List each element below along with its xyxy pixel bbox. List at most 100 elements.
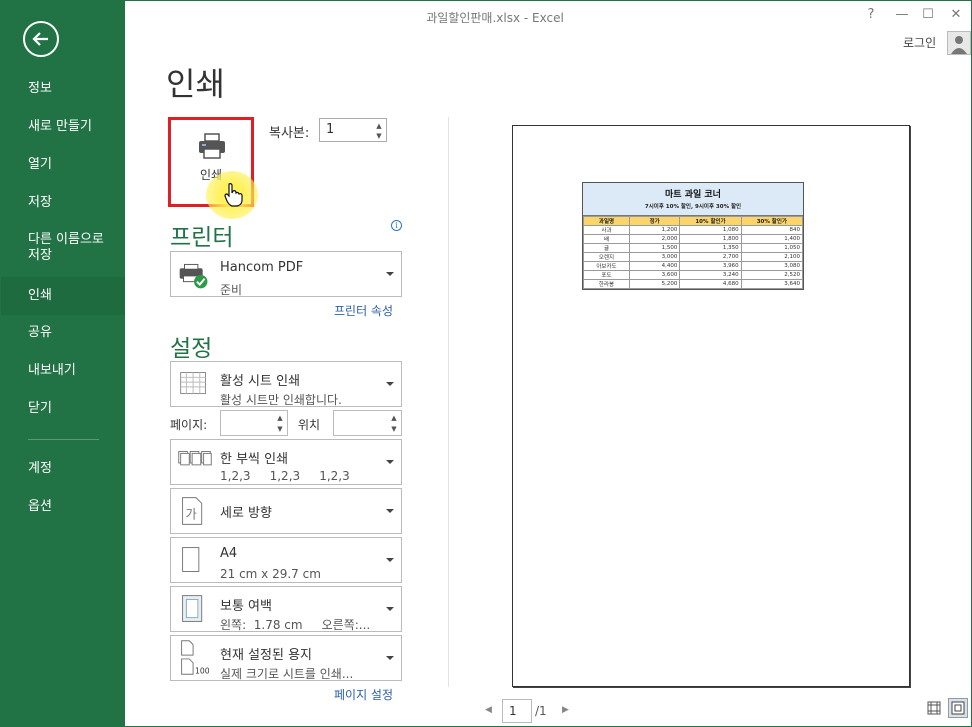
margins-title: 보통 여백 — [220, 599, 272, 614]
paper-size-desc: 21 cm x 29.7 cm — [220, 567, 321, 581]
cell: 3,080 — [740, 261, 804, 271]
back-button[interactable] — [23, 21, 59, 57]
excel-window: 정보 새로 만들기 열기 저장 다른 이름으로 저장 인쇄 공유 내보내기 닫기… — [0, 0, 972, 727]
close-button[interactable]: ✕ — [946, 7, 966, 22]
login-link[interactable]: 로그인 — [903, 34, 936, 51]
sidebar-item-save[interactable]: 저장 — [1, 184, 125, 222]
cell: 2,100 — [740, 252, 804, 262]
avatar[interactable] — [947, 31, 971, 55]
scaling-desc: 실제 크기로 시트를 인쇄... — [220, 667, 354, 681]
col-header: 정가 — [628, 216, 681, 226]
pages-to-input[interactable]: ▲ ▼ — [333, 410, 402, 436]
chevron-down-icon — [386, 656, 394, 660]
cell: 1,200 — [628, 225, 681, 235]
table-row: 포도 3,600 3,240 2,520 — [583, 270, 804, 280]
sheet-header: 마트 과일 코너 7시이후 10% 할인, 9시이후 30% 할인 — [583, 183, 803, 216]
table-row: 귤 1,500 1,350 1,050 — [583, 243, 804, 253]
cell: 한라봉 — [583, 279, 630, 289]
printer-dropdown[interactable]: Hancom PDF 준비 — [170, 251, 402, 297]
cell: 5,200 — [628, 279, 681, 289]
copies-up-icon[interactable]: ▲ — [374, 121, 384, 131]
chevron-down-icon — [386, 509, 394, 513]
panel-divider — [448, 117, 449, 687]
cell: 포도 — [583, 270, 630, 280]
settings-heading: 설정 — [170, 336, 213, 362]
scaling-dropdown[interactable]: 100 현재 설정된 용지 실제 크기로 시트를 인쇄... — [170, 635, 402, 681]
minimize-button[interactable]: — — [892, 7, 912, 22]
next-page-icon[interactable]: ▶ — [562, 705, 569, 715]
margins-icon — [182, 595, 203, 622]
print-what-dropdown[interactable]: 활성 시트 인쇄 활성 시트만 인쇄합니다. — [170, 361, 402, 407]
pages-up-icon[interactable]: ▲ — [275, 413, 285, 423]
copies-value: 1 — [326, 122, 335, 137]
collate-pages-icon — [178, 451, 212, 466]
table-row: 한라봉 5,200 4,680 3,640 — [583, 279, 804, 289]
pages-to-down-icon[interactable]: ▼ — [389, 424, 399, 434]
cell: 4,400 — [628, 261, 681, 271]
zoom-to-page-icon — [951, 701, 965, 715]
print-preview-page: 마트 과일 코너 7시이후 10% 할인, 9시이후 30% 할인 과일명 정가… — [512, 125, 910, 687]
cell: 오렌지 — [583, 252, 630, 262]
sidebar-item-open[interactable]: 열기 — [1, 146, 125, 184]
copies-input[interactable]: 1 ▲ ▼ — [319, 118, 387, 142]
sidebar-item-new[interactable]: 새로 만들기 — [1, 108, 125, 146]
paper-size-title: A4 — [220, 546, 238, 561]
cell: 1,400 — [740, 234, 804, 244]
pages-to-label: 위치 — [298, 418, 321, 432]
help-button[interactable]: ? — [861, 7, 881, 22]
preview-table: 과일명 정가 10% 할인가 30% 할인가 사과 1,200 1,080 840 배… — [583, 216, 804, 289]
sidebar-item-export[interactable]: 내보내기 — [1, 352, 125, 390]
paper-size-icon — [182, 547, 200, 572]
col-header: 10% 할인가 — [679, 216, 742, 226]
orientation-title: 세로 방향 — [220, 506, 272, 521]
margins-desc: 왼쪽: 1.78 cm 오른쪽:... — [220, 618, 371, 632]
hand-cursor-icon — [224, 183, 243, 207]
pages-from-input[interactable]: ▲ ▼ — [220, 410, 288, 436]
page-number-input[interactable]: 1 — [502, 699, 532, 723]
cell: 2,520 — [740, 270, 804, 280]
pages-to-up-icon[interactable]: ▲ — [389, 413, 399, 423]
cell: 3,640 — [740, 279, 804, 289]
collate-dropdown[interactable]: 한 부씩 인쇄 1,2,3 1,2,3 1,2,3 — [170, 439, 402, 485]
margins-dropdown[interactable]: 보통 여백 왼쪽: 1.78 cm 오른쪽:... — [170, 586, 402, 632]
sidebar-item-account[interactable]: 계정 — [1, 450, 125, 488]
window-title: 과일할인판매.xlsx - Excel — [426, 11, 564, 25]
chevron-down-icon — [386, 272, 394, 276]
printer-properties-link[interactable]: 프린터 속성 — [334, 302, 393, 319]
sidebar-item-print[interactable]: 인쇄 — [1, 277, 125, 315]
sidebar-divider — [28, 439, 99, 440]
cell: 1,080 — [679, 225, 742, 235]
sidebar-item-close[interactable]: 닫기 — [1, 390, 125, 428]
sidebar-item-share[interactable]: 공유 — [1, 314, 125, 352]
cell: 3,960 — [679, 261, 742, 271]
pages-label: 페이지: — [170, 418, 208, 432]
cell: 1,350 — [679, 243, 742, 253]
orientation-dropdown[interactable]: 가 세로 방향 — [170, 488, 402, 534]
table-row: 오렌지 3,000 2,700 2,100 — [583, 252, 804, 262]
previous-page-icon[interactable]: ◀ — [485, 705, 492, 715]
page-setup-link[interactable]: 페이지 설정 — [334, 686, 393, 703]
user-icon — [951, 36, 967, 54]
col-header: 과일명 — [583, 216, 630, 226]
maximize-button[interactable]: ☐ — [918, 7, 938, 22]
sheet-subtitle: 7시이후 10% 할인, 9시이후 30% 할인 — [644, 204, 742, 210]
show-margins-icon[interactable] — [927, 701, 941, 715]
collate-title: 한 부씩 인쇄 — [220, 452, 289, 467]
paper-size-dropdown[interactable]: A4 21 cm x 29.7 cm — [170, 537, 402, 583]
sidebar-item-save-as[interactable]: 다른 이름으로 저장 — [1, 229, 125, 273]
sidebar-item-options[interactable]: 옵션 — [1, 488, 125, 526]
cell: 1,050 — [740, 243, 804, 253]
table-row: 아보카도 4,400 3,960 3,080 — [583, 261, 804, 271]
pages-down-icon[interactable]: ▼ — [275, 424, 285, 434]
cell: 아보카도 — [583, 261, 630, 271]
table-row: 사과 1,200 1,080 840 — [583, 225, 804, 235]
copies-label: 복사본: — [269, 126, 310, 141]
printer-name: Hancom PDF — [220, 260, 304, 275]
zoom-to-page-button[interactable] — [948, 698, 968, 718]
page-total: /1 — [535, 704, 547, 718]
copies-down-icon[interactable]: ▼ — [374, 131, 384, 141]
arrow-left-icon — [32, 32, 48, 46]
info-icon[interactable]: i — [391, 220, 402, 231]
sidebar-item-info[interactable]: 정보 — [1, 70, 125, 108]
chevron-down-icon — [386, 382, 394, 386]
